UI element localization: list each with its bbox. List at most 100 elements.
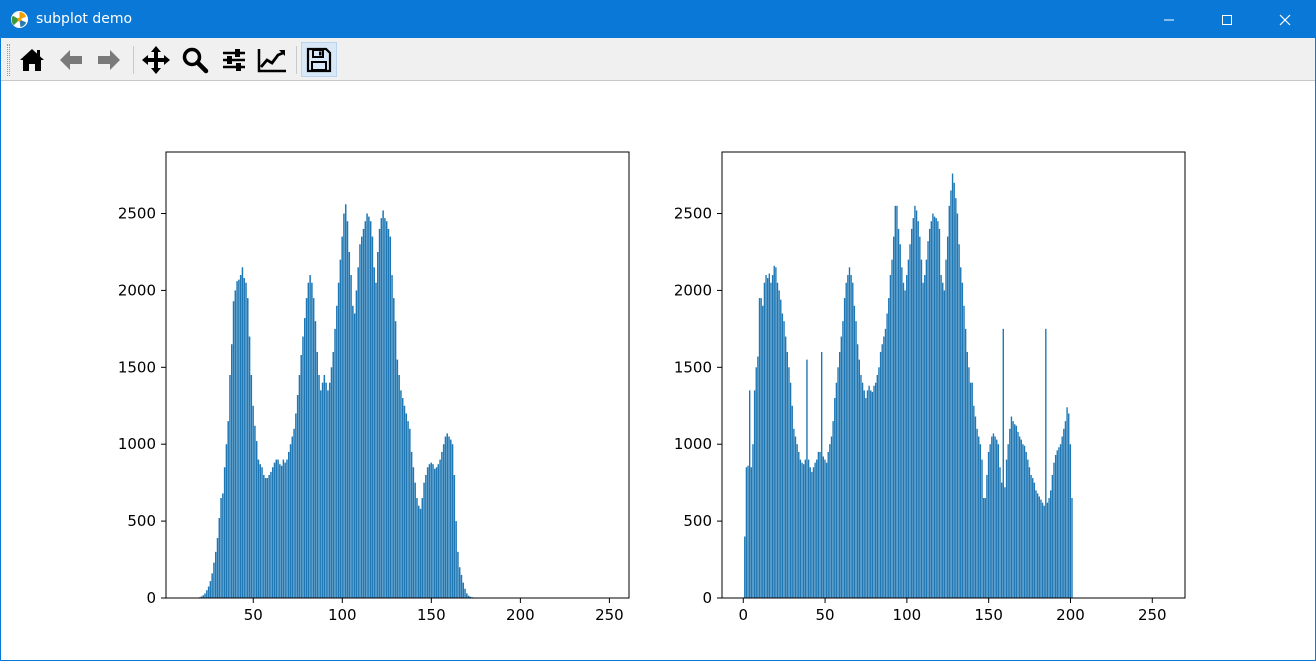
window-title: subplot demo bbox=[36, 11, 132, 28]
y-tick-label: 1500 bbox=[674, 358, 712, 376]
close-icon bbox=[1279, 14, 1291, 26]
histogram-bar bbox=[292, 437, 294, 598]
histogram-bar bbox=[222, 493, 224, 598]
histogram-bar bbox=[293, 429, 295, 598]
histogram-bar bbox=[999, 467, 1000, 598]
histogram-bar bbox=[423, 483, 425, 598]
histogram-bar bbox=[970, 383, 971, 598]
histogram-bar bbox=[891, 260, 892, 598]
histogram-bar bbox=[345, 204, 347, 598]
histogram-bar bbox=[760, 298, 761, 598]
histogram-bar bbox=[973, 406, 974, 598]
move-icon bbox=[141, 45, 171, 75]
histogram-bar bbox=[365, 221, 367, 598]
histogram-bar bbox=[986, 475, 987, 598]
histogram-bar bbox=[782, 313, 783, 598]
histogram-bar bbox=[414, 483, 416, 598]
line-chart-icon bbox=[256, 46, 288, 74]
histogram-bar bbox=[952, 174, 953, 598]
histogram-bar bbox=[867, 390, 868, 598]
histogram-bar bbox=[1034, 483, 1035, 598]
histogram-bar bbox=[777, 283, 778, 598]
histogram-bar bbox=[864, 390, 865, 598]
histogram-bar bbox=[347, 221, 349, 598]
histogram-bar bbox=[968, 367, 969, 598]
histogram-bar bbox=[767, 278, 768, 598]
histogram-bar bbox=[204, 593, 206, 598]
histogram-bar bbox=[927, 241, 928, 598]
title-bar[interactable]: subplot demo bbox=[1, 1, 1315, 38]
forward-button[interactable] bbox=[91, 42, 127, 77]
maximize-button[interactable] bbox=[1198, 1, 1256, 38]
configure-subplots-button[interactable] bbox=[216, 42, 252, 77]
y-tick-label: 0 bbox=[146, 589, 156, 607]
histogram-bar bbox=[227, 421, 229, 598]
histogram-bar bbox=[1007, 444, 1008, 598]
histogram-bar bbox=[855, 321, 856, 598]
histogram-bar bbox=[808, 460, 809, 598]
histogram-bar bbox=[1037, 493, 1038, 598]
histogram-bar bbox=[775, 267, 776, 598]
histogram-bar bbox=[439, 460, 441, 598]
back-button[interactable] bbox=[53, 42, 89, 77]
histogram-bar bbox=[1021, 440, 1022, 598]
x-tick-label: 150 bbox=[974, 606, 1003, 624]
histogram-bar bbox=[336, 306, 338, 598]
histogram-bar bbox=[911, 229, 912, 598]
histogram-bar bbox=[805, 460, 806, 598]
histogram-bar bbox=[1061, 437, 1062, 598]
histogram-bar bbox=[341, 237, 343, 598]
histogram-bar bbox=[309, 275, 311, 598]
histogram-bar bbox=[422, 498, 424, 598]
histogram-bar bbox=[880, 352, 881, 598]
histogram-bar bbox=[988, 452, 989, 598]
pan-button[interactable] bbox=[138, 42, 174, 77]
histogram-bar bbox=[875, 383, 876, 598]
histogram-bar bbox=[792, 406, 793, 598]
histogram-bar bbox=[950, 190, 951, 598]
figure-canvas[interactable]: 5010015020025005001000150020002500 05010… bbox=[2, 82, 1315, 660]
histogram-bar bbox=[363, 229, 365, 598]
histogram-bar bbox=[325, 383, 327, 598]
histogram-bar bbox=[940, 275, 941, 598]
histogram-bar bbox=[1048, 498, 1049, 598]
edit-axes-button[interactable] bbox=[254, 42, 290, 77]
histogram-bar bbox=[769, 273, 770, 598]
histogram-bar bbox=[803, 464, 804, 598]
histogram-bar bbox=[340, 260, 342, 598]
histogram-bar bbox=[277, 460, 279, 598]
histogram-bar bbox=[304, 318, 306, 598]
histogram-bar bbox=[1060, 444, 1061, 598]
histogram-bar bbox=[297, 395, 299, 598]
histogram-bar bbox=[828, 452, 829, 598]
toolbar-grip[interactable] bbox=[7, 44, 10, 76]
histogram-bar bbox=[350, 275, 352, 598]
histogram-bar bbox=[438, 464, 440, 598]
minimize-button[interactable] bbox=[1140, 1, 1198, 38]
histogram-bar bbox=[847, 275, 848, 598]
save-button[interactable] bbox=[301, 42, 337, 77]
histogram-bar bbox=[793, 429, 794, 598]
x-tick-label: 50 bbox=[816, 606, 835, 624]
histogram-bar bbox=[267, 478, 269, 598]
close-button[interactable] bbox=[1256, 1, 1314, 38]
home-button[interactable] bbox=[14, 42, 50, 77]
histogram-bar bbox=[302, 337, 304, 598]
histogram-bar bbox=[1045, 329, 1046, 598]
histogram-bar bbox=[331, 367, 333, 598]
histogram-bar bbox=[939, 229, 940, 598]
histogram-bar bbox=[1025, 452, 1026, 598]
zoom-button[interactable] bbox=[177, 42, 213, 77]
histogram-bar bbox=[762, 306, 763, 598]
histogram-bar bbox=[443, 444, 445, 598]
histogram-bar bbox=[208, 586, 210, 598]
histogram-bar bbox=[839, 352, 840, 598]
histogram-bar bbox=[1043, 506, 1044, 598]
histogram-bar bbox=[949, 206, 950, 598]
histogram-bar bbox=[744, 536, 745, 598]
histogram-bar bbox=[759, 298, 760, 598]
histogram-bar bbox=[1039, 496, 1040, 598]
histogram-bar bbox=[991, 437, 992, 598]
histogram-bar bbox=[462, 583, 464, 598]
histogram-bar bbox=[756, 367, 757, 598]
